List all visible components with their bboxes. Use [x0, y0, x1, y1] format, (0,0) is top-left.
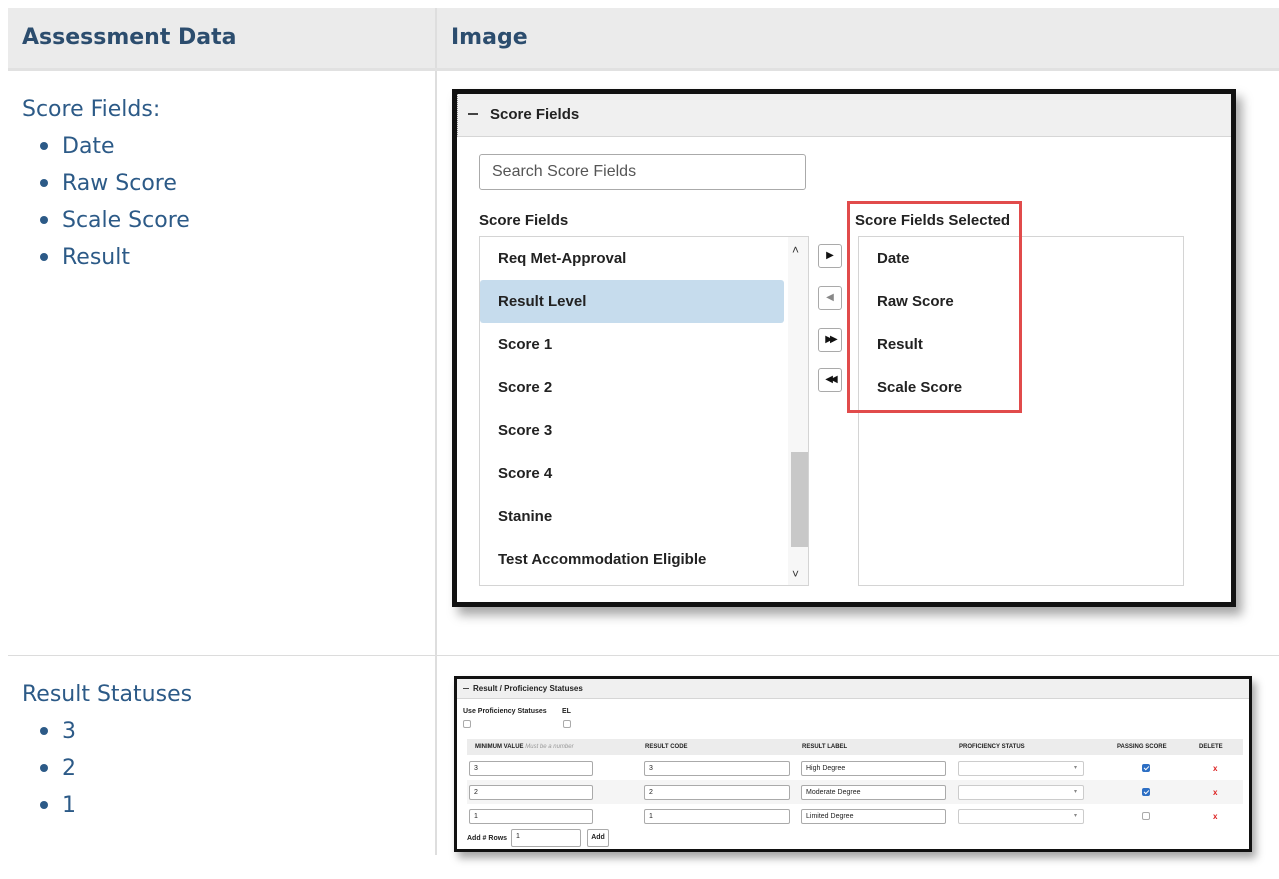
result-statuses-list: 3 2 1 — [22, 713, 421, 824]
table-row: 1 1 Limited Degree x — [467, 804, 1243, 828]
el-label: EL — [562, 708, 571, 715]
result-label-input[interactable]: High Degree — [801, 761, 946, 776]
panel-title: Result / Proficiency Statuses — [473, 684, 583, 693]
list-item: Result — [40, 239, 421, 276]
result-label-input[interactable]: Moderate Degree — [801, 785, 946, 800]
list-item[interactable]: Score 2 — [480, 366, 808, 409]
result-label-input[interactable]: Limited Degree — [801, 809, 946, 824]
score-fields-panel-header[interactable]: Score Fields — [457, 94, 1231, 137]
available-fields-list[interactable]: Req Met-Approval Result Level Score 1 Sc… — [479, 236, 809, 586]
col-passing-score: PASSING SCORE — [1117, 744, 1167, 750]
min-value-input[interactable]: 1 — [469, 809, 593, 824]
el-checkbox[interactable] — [563, 720, 571, 728]
col-result-label: RESULT LABEL — [802, 744, 848, 750]
header-assessment-data: Assessment Data — [8, 8, 437, 71]
table-row: 2 2 Moderate Degree x — [467, 780, 1243, 804]
list-item: 1 — [40, 787, 421, 824]
header-image: Image — [436, 8, 1279, 71]
table-header: MINIMUM VALUE Must be a number RESULT CO… — [467, 739, 1243, 755]
delete-icon[interactable]: x — [1213, 788, 1217, 797]
proficiency-status-select[interactable] — [958, 761, 1084, 776]
add-rows-input[interactable]: 1 — [511, 829, 581, 847]
result-statuses-label: Result Statuses — [22, 681, 193, 707]
available-fields-label: Score Fields — [479, 212, 569, 229]
col-min-value-label: MINIMUM VALUE — [475, 744, 524, 750]
scrollbar-thumb[interactable] — [791, 452, 808, 547]
move-left-button[interactable]: ◀ — [818, 286, 842, 310]
search-input[interactable]: Search Score Fields — [479, 154, 806, 190]
list-item: 2 — [40, 750, 421, 787]
result-code-input[interactable]: 2 — [644, 785, 790, 800]
col-min-value-hint: Must be a number — [525, 744, 574, 750]
score-fields-list: Date Raw Score Scale Score Result — [22, 128, 421, 276]
result-code-input[interactable]: 1 — [644, 809, 790, 824]
score-fields-screenshot: Score Fields Search Score Fields Score F… — [452, 89, 1236, 607]
result-statuses-panel-header[interactable]: Result / Proficiency Statuses — [457, 679, 1249, 699]
table-row: 3 3 High Degree x — [467, 756, 1243, 780]
score-fields-cell: Score Fields: Date Raw Score Scale Score… — [8, 69, 437, 656]
proficiency-status-select[interactable] — [958, 785, 1084, 800]
collapse-icon[interactable] — [463, 688, 469, 689]
min-value-input[interactable]: 2 — [469, 785, 593, 800]
list-item-selected[interactable]: Result Level — [480, 280, 784, 323]
passing-score-checkbox[interactable] — [1142, 788, 1150, 796]
list-item: Raw Score — [40, 165, 421, 202]
passing-score-checkbox[interactable] — [1142, 812, 1150, 820]
delete-icon[interactable]: x — [1213, 764, 1217, 773]
list-item: Scale Score — [40, 202, 421, 239]
list-item[interactable]: Req Met-Approval — [480, 237, 808, 280]
chevron-up-icon[interactable]: ˄ — [792, 243, 799, 257]
list-item: 3 — [40, 713, 421, 750]
score-fields-label: Score Fields: — [22, 96, 161, 122]
use-proficiency-checkbox[interactable] — [463, 720, 471, 728]
use-proficiency-label: Use Proficiency Statuses — [463, 708, 547, 715]
list-item[interactable]: Stanine — [480, 495, 808, 538]
col-result-code: RESULT CODE — [645, 744, 688, 750]
min-value-input[interactable]: 3 — [469, 761, 593, 776]
list-item[interactable]: Score 4 — [480, 452, 808, 495]
list-item[interactable]: Score 1 — [480, 323, 808, 366]
scrollbar[interactable]: ˄ ˅ — [788, 237, 808, 585]
move-right-button[interactable]: ▶ — [818, 244, 842, 268]
move-all-right-button[interactable]: ▶▶ — [818, 328, 842, 352]
result-statuses-screenshot: Result / Proficiency Statuses Use Profic… — [454, 676, 1252, 852]
list-item[interactable]: Score 3 — [480, 409, 808, 452]
highlight-box — [847, 201, 1022, 413]
result-code-input[interactable]: 3 — [644, 761, 790, 776]
result-statuses-cell: Result Statuses 3 2 1 — [8, 655, 437, 855]
chevron-down-icon[interactable]: ˅ — [792, 567, 799, 581]
col-delete: DELETE — [1199, 744, 1223, 750]
move-all-left-button[interactable]: ◀◀ — [818, 368, 842, 392]
list-item[interactable]: Test Accommodation Eligible — [480, 538, 808, 581]
panel-title: Score Fields — [490, 106, 580, 123]
col-proficiency-status: PROFICIENCY STATUS — [959, 744, 1025, 750]
proficiency-status-select[interactable] — [958, 809, 1084, 824]
passing-score-checkbox[interactable] — [1142, 764, 1150, 772]
collapse-icon[interactable] — [468, 113, 478, 115]
add-rows-label: Add # Rows — [467, 835, 508, 842]
list-item: Date — [40, 128, 421, 165]
delete-icon[interactable]: x — [1213, 812, 1217, 821]
col-min-value: MINIMUM VALUE Must be a number — [475, 744, 574, 750]
add-button[interactable]: Add — [587, 829, 609, 847]
